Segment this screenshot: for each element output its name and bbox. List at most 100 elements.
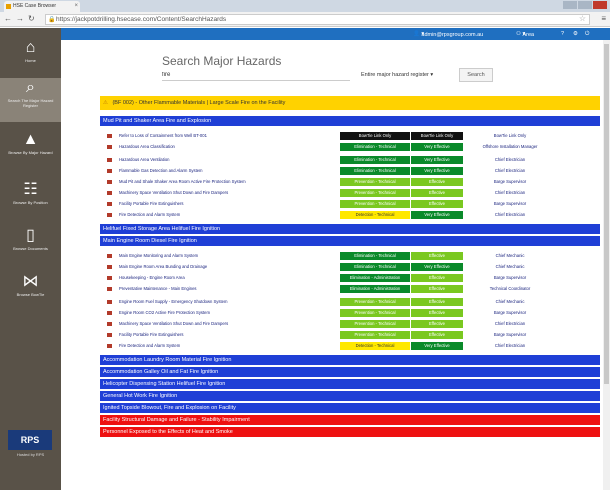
browser-tab[interactable]: HSE Case Browser × (4, 1, 80, 12)
sidebar-label: Browse Documents (13, 246, 48, 251)
category-header[interactable]: Ignited Topside Blowout, Fire and Explos… (100, 403, 600, 414)
control-type-cell: Detection - Technical (340, 342, 410, 350)
control-row[interactable]: Engine Room CO2 Active Fire Protection S… (100, 308, 600, 318)
sidebar-item-documents[interactable]: ▯ Browse Documents (0, 226, 61, 262)
control-name[interactable]: Hazardous Area Ventilation (119, 155, 170, 165)
control-row[interactable]: Fire Detection and Alarm System Detection… (100, 210, 600, 220)
control-name[interactable]: Main Engine Monitoring and Alarm System (119, 251, 198, 261)
owner-cell: Chief Electrician (494, 321, 526, 326)
control-type-cell: Elimination - Technical (340, 143, 410, 151)
control-name[interactable]: Flammable Gas Detection and Alarm System (119, 166, 203, 176)
bookmark-star-icon[interactable]: ☆ (579, 14, 586, 24)
category-header[interactable]: Accommodation Galley Oil and Fat Fire Ig… (100, 367, 600, 378)
control-name[interactable]: Fire Detection and Alarm System (119, 210, 180, 220)
control-row[interactable]: Engine Room Fuel Supply - Emergency Shut… (100, 297, 600, 307)
sidebar-label: Browse BowTie (16, 292, 45, 297)
org-icon: ☷ (23, 181, 38, 198)
power-icon[interactable]: ⏻ (585, 29, 589, 39)
url-input[interactable]: 🔒 https://jackpotdrilling.hsecase.com/Co… (45, 14, 590, 25)
scrollbar-thumb[interactable] (604, 44, 609, 384)
control-icon (107, 145, 112, 149)
control-type-cell: Prevention - Technical (340, 331, 410, 339)
control-row[interactable]: Refer to Loss of Containment from Well B… (100, 131, 600, 141)
control-name[interactable]: Preventative Maintenance - Main Engines (119, 284, 197, 294)
back-icon[interactable]: ← (4, 14, 12, 23)
owner-cell: Chief Mechanic (495, 299, 525, 304)
control-name[interactable]: Housekeeping - Engine Room Area (119, 273, 185, 283)
control-type-cell: Prevention - Technical (340, 200, 410, 208)
control-name[interactable]: Facility Portable Fire Extinguishers (119, 330, 183, 340)
category-header[interactable]: Accommodation Laundry Room Material Fire… (100, 355, 600, 366)
control-name[interactable]: Facility Portable Fire Extinguishers (119, 199, 183, 209)
effectiveness-cell: Effective (411, 252, 463, 260)
control-icon (107, 158, 112, 162)
control-name[interactable]: Machinery Space Ventilation Shut Down an… (119, 319, 228, 329)
control-icon (107, 311, 112, 315)
reload-icon[interactable]: ↻ (28, 14, 35, 23)
control-name[interactable]: Engine Room CO2 Active Fire Protection S… (119, 308, 210, 318)
control-row[interactable]: Preventative Maintenance - Main Engines E… (100, 284, 600, 294)
role-menu[interactable]: ⚇ Area Mgr ▾ (516, 29, 534, 48)
category-header[interactable]: Helicopter Dispensing Station Helifuel F… (100, 379, 600, 390)
forward-icon[interactable]: → (16, 14, 24, 23)
sidebar-item-bowtie[interactable]: ⋈ Browse BowTie (0, 272, 61, 308)
address-bar-area: ← → ↻ 🔒 https://jackpotdrilling.hsecase.… (0, 12, 610, 27)
sidebar-item-search[interactable]: ⌕ Search The Major Hazard Register (0, 78, 61, 122)
browser-menu-icon[interactable]: ≡ (601, 14, 606, 23)
control-icon (107, 169, 112, 173)
close-window-button[interactable] (593, 1, 607, 9)
control-row[interactable]: Machinery Space Ventilation Shut Down an… (100, 319, 600, 329)
sidebar-item-position[interactable]: ☷ Browse By Position (0, 180, 61, 216)
control-row[interactable]: Machinery Space Ventilation Shut Down an… (100, 188, 600, 198)
effectiveness-cell: Effective (411, 309, 463, 317)
control-name[interactable]: Refer to Loss of Containment from Well B… (119, 131, 207, 141)
control-row[interactable]: Mud Pit and Shale Shaker Area Room Activ… (100, 177, 600, 187)
url-text: https://jackpotdrilling.hsecase.com/Cont… (56, 16, 227, 23)
sidebar-item-major-hazard[interactable]: ▲ Browse By Major Hazard (0, 130, 61, 170)
category-header[interactable]: Personnel Exposed to the Effects of Heat… (100, 427, 600, 438)
minimize-button[interactable] (563, 1, 577, 9)
control-icon (107, 287, 112, 291)
search-icon: ⌕ (26, 79, 35, 96)
close-tab-icon[interactable]: × (74, 1, 78, 12)
control-row[interactable]: Hazardous Area Ventilation Elimination - … (100, 155, 600, 165)
control-name[interactable]: Hazardous Area Classification (119, 142, 175, 152)
control-icon (107, 180, 112, 184)
hazard-title: (BF 002) - Other Flammable Materials | L… (112, 100, 286, 106)
search-button[interactable]: Search (459, 68, 493, 82)
scrollbar[interactable] (603, 40, 610, 490)
control-row[interactable]: Flammable Gas Detection and Alarm System… (100, 166, 600, 176)
sidebar-item-home[interactable]: ⌂ Home (0, 38, 61, 74)
control-type-cell: Elimination - Administration (340, 285, 410, 293)
settings-icon[interactable]: ⚙ (573, 29, 578, 39)
maximize-button[interactable] (578, 1, 592, 9)
category-header[interactable]: Mud Pit and Shaker Area Fire and Explosi… (100, 116, 600, 127)
category-header[interactable]: General Hot Work Fire Ignition (100, 391, 600, 402)
category-header[interactable]: Helifuel Fixed Storage Area Helifuel Fir… (100, 224, 600, 235)
page-title: Search Major Hazards (162, 54, 282, 68)
category-header[interactable]: Facility Structural Damage and Failure -… (100, 415, 600, 426)
control-row[interactable]: Main Engine Room Area Bunding and Draina… (100, 262, 600, 272)
control-row[interactable]: Fire Detection and Alarm System Detection… (100, 341, 600, 351)
sidebar-label: Browse By Major Hazard (8, 150, 53, 155)
hazard-header[interactable]: ⚠ (BF 002) - Other Flammable Materials |… (100, 96, 600, 110)
help-icon[interactable]: ? (561, 29, 564, 39)
control-row[interactable]: Housekeeping - Engine Room Area Eliminati… (100, 273, 600, 283)
category-header[interactable]: Main Engine Room Diesel Fire Ignition (100, 236, 600, 247)
control-type-cell: Detection - Technical (340, 211, 410, 219)
effectiveness-cell: Effective (411, 200, 463, 208)
control-row[interactable]: Facility Portable Fire Extinguishers Prev… (100, 199, 600, 209)
search-input[interactable] (162, 69, 350, 81)
control-name[interactable]: Main Engine Room Area Bunding and Draina… (119, 262, 207, 272)
control-row[interactable]: Facility Portable Fire Extinguishers Prev… (100, 330, 600, 340)
control-name[interactable]: Machinery Space Ventilation Shut Down an… (119, 188, 228, 198)
control-name[interactable]: Engine Room Fuel Supply - Emergency Shut… (119, 297, 227, 307)
control-name[interactable]: Fire Detection and Alarm System (119, 341, 180, 351)
control-row[interactable]: Main Engine Monitoring and Alarm System E… (100, 251, 600, 261)
favicon-icon (6, 4, 11, 9)
search-scope-select[interactable]: Entire major hazard register ▾ (361, 69, 453, 81)
control-name[interactable]: Mud Pit and Shale Shaker Area Room Activ… (119, 177, 246, 187)
control-row[interactable]: Hazardous Area Classification Elimination… (100, 142, 600, 152)
user-account-menu[interactable]: 👤 admin@rpsgroup.com.au ▾ (413, 29, 483, 39)
control-type-cell: Prevention - Technical (340, 320, 410, 328)
